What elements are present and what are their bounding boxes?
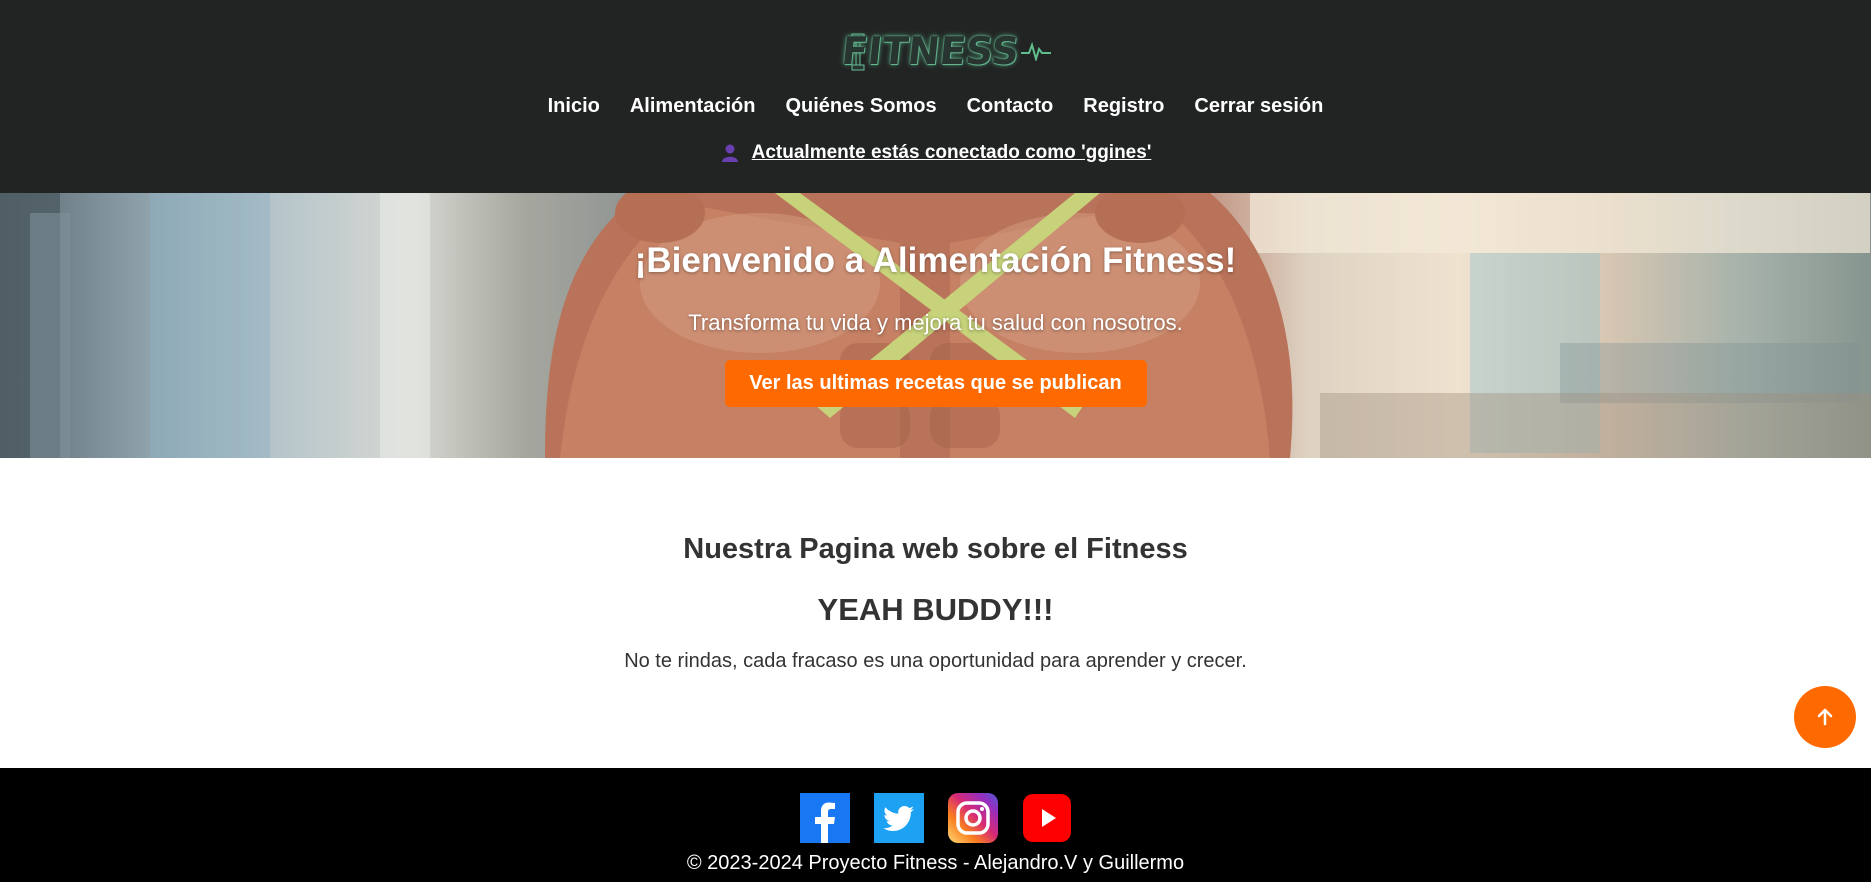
twitter-link[interactable] [873,793,924,843]
main-quote: No te rindas, cada fracaso es una oportu… [624,650,1247,672]
nav-list: Inicio Alimentación Quiénes Somos Contac… [533,93,1339,119]
arrow-up-icon [1817,708,1833,726]
youtube-link[interactable] [1022,793,1072,843]
nav-item-quienes-somos: Quiénes Somos [770,93,951,119]
nav-link-inicio[interactable]: Inicio [533,93,615,119]
nav-item-inicio: Inicio [533,93,615,119]
user-icon [721,144,738,162]
hero-subtitle: Transforma tu vida y mejora tu salud con… [688,310,1183,335]
user-status-link[interactable]: Actualmente estás conectado como 'ggines… [752,142,1152,164]
facebook-icon [799,793,850,843]
logo-text: FITNESS [839,29,1022,73]
main-shout: YEAH BUDDY!!! [817,592,1054,627]
site-footer: © 2023-2024 Proyecto Fitness - Alejandro… [0,768,1871,882]
nav-item-alimentacion: Alimentación [615,93,771,119]
facebook-link[interactable] [799,793,850,843]
latest-recipes-button[interactable]: Ver las ultimas recetas que se publican [724,360,1147,407]
logo[interactable]: FITNESS [0,22,1871,80]
main-heading: Nuestra Pagina web sobre el Fitness [683,533,1188,565]
scroll-to-top-button[interactable] [1794,686,1856,748]
hero-title: ¡Bienvenido a Alimentación Fitness! [634,241,1237,280]
main-content: Nuestra Pagina web sobre el Fitness YEAH… [0,458,1871,768]
twitter-icon [873,793,924,843]
social-links [0,793,1871,843]
hero-cta-wrap: Ver las ultimas recetas que se publican [0,360,1871,407]
user-status: Actualmente estás conectado como 'ggines… [0,142,1871,164]
hero-banner: ¡Bienvenido a Alimentación Fitness! Tran… [0,193,1871,458]
youtube-icon [1022,794,1071,842]
nav-link-registro[interactable]: Registro [1068,93,1179,119]
logo-mark: FITNESS [820,22,1051,80]
nav-link-alimentacion[interactable]: Alimentación [615,93,771,119]
nav-link-contacto[interactable]: Contacto [952,93,1069,119]
instagram-icon [947,793,998,843]
copyright-text: © 2023-2024 Proyecto Fitness - Alejandro… [686,852,1185,874]
instagram-link[interactable] [947,793,998,843]
heartbeat-icon [1020,41,1051,61]
main-nav: Inicio Alimentación Quiénes Somos Contac… [0,93,1871,119]
nav-item-registro: Registro [1068,93,1179,119]
nav-item-cerrar-sesion: Cerrar sesión [1179,93,1338,119]
nav-link-cerrar-sesion[interactable]: Cerrar sesión [1179,93,1338,119]
nav-link-quienes-somos[interactable]: Quiénes Somos [770,93,951,119]
site-header: FITNESS Inicio Alimentación Quiénes Somo… [0,0,1871,193]
nav-item-contacto: Contacto [952,93,1069,119]
